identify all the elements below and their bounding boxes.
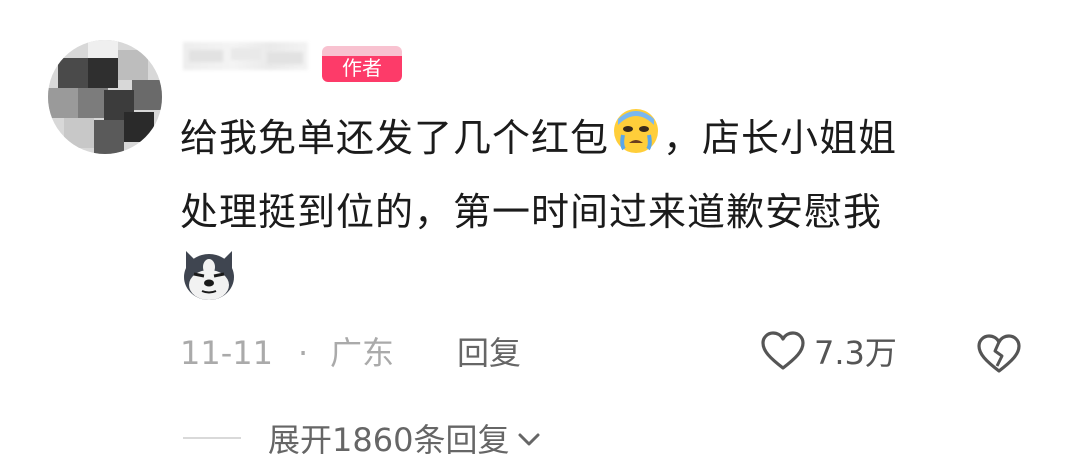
username-blurred[interactable]: [183, 42, 308, 70]
broken-heart-icon: [976, 334, 1022, 378]
meta-separator: ·: [298, 334, 309, 372]
crying-face-emoji-icon: [609, 105, 663, 177]
author-badge-label: 作者: [342, 56, 382, 80]
comment-text-part-1: 给我免单还发了几个红包: [180, 116, 610, 160]
comment-text: 给我免单还发了几个红包 ，店长小姐姐 处理挺到位的，第一时间过来道歉安慰我: [180, 103, 1040, 325]
comment-line-1: 给我免单还发了几个红包 ，店长小姐姐: [180, 103, 1040, 177]
dislike-button[interactable]: [976, 334, 1022, 378]
author-badge: 作者: [322, 46, 402, 82]
comment-date: 11-11: [180, 334, 273, 372]
expand-replies-button[interactable]: 展开1860条回复: [268, 418, 541, 462]
expand-divider-line: [183, 437, 241, 439]
husky-dog-emoji-icon: [180, 247, 238, 325]
like-count: 7.3万: [814, 334, 897, 372]
like-button[interactable]: 7.3万: [760, 331, 897, 375]
reply-button[interactable]: 回复: [457, 331, 521, 375]
comment-location: 广东: [330, 334, 395, 372]
heart-icon: [760, 331, 806, 375]
avatar[interactable]: [48, 40, 162, 154]
expand-replies-label: 展开1860条回复: [268, 421, 510, 459]
comment-line-3: [180, 247, 1040, 325]
chevron-down-icon: [517, 432, 541, 448]
comment-line-2: 处理挺到位的，第一时间过来道歉安慰我: [180, 189, 883, 234]
comment-text-part-2: ，店长小姐姐: [663, 116, 898, 160]
